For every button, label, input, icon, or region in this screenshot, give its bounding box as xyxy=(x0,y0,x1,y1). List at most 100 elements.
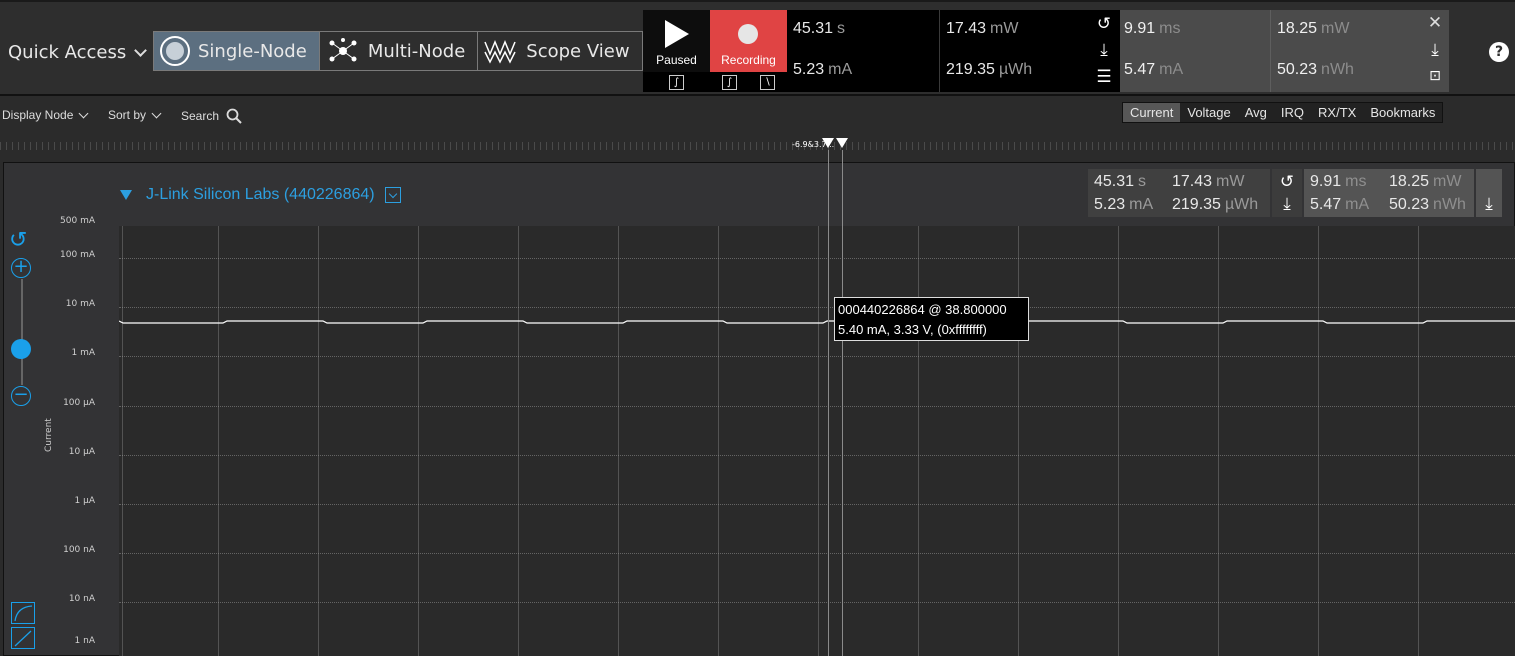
node-selection-power: 18.25 mW xyxy=(1389,173,1462,190)
waveform-icon xyxy=(484,40,516,64)
record-icon xyxy=(738,24,758,44)
zoom-slider-handle[interactable] xyxy=(11,339,31,359)
sort-by-dropdown[interactable]: Sort by xyxy=(108,108,162,122)
selection-actions: ✕ ⤓ ⊡ xyxy=(1422,10,1449,92)
record-control: Recording ∫ ∖ xyxy=(710,10,787,92)
reset-icon[interactable]: ↺ xyxy=(1094,14,1114,34)
record-rising-trigger-icon[interactable]: ∫ xyxy=(722,75,737,90)
current-trace xyxy=(119,320,1515,324)
tab-irq[interactable]: IRQ xyxy=(1274,103,1311,122)
signal-tabs: Current Voltage Avg IRQ RX/TX Bookmarks xyxy=(1122,102,1444,123)
total-current: 5.23 mA xyxy=(793,61,853,78)
record-status-label: Recording xyxy=(721,53,776,67)
single-node-label: Single-Node xyxy=(198,40,307,62)
node-selection-actions: ⤓ xyxy=(1476,169,1502,217)
node-header[interactable]: J-Link Silicon Labs (440226864) xyxy=(120,186,401,204)
node-name: J-Link Silicon Labs (440226864) xyxy=(146,186,375,203)
y-tick-label: 1 µA xyxy=(74,496,95,506)
top-toolbar: Quick Access Single-Node Multi-Node Scop… xyxy=(0,0,1515,96)
tab-avg[interactable]: Avg xyxy=(1238,103,1274,122)
selection-power: 18.25 mW xyxy=(1277,20,1350,37)
total-time: 45.31 s xyxy=(793,20,846,37)
tab-bookmarks[interactable]: Bookmarks xyxy=(1363,103,1442,122)
help-icon[interactable]: ? xyxy=(1489,42,1509,62)
download-icon[interactable]: ⤓ xyxy=(1479,194,1499,214)
time-ruler[interactable] xyxy=(0,132,1515,160)
download-icon[interactable]: ⤓ xyxy=(1094,40,1114,60)
y-tick-label: 1 mA xyxy=(71,348,95,358)
tab-voltage[interactable]: Voltage xyxy=(1180,103,1237,122)
single-node-icon xyxy=(160,36,190,66)
y-tick-label: 500 mA xyxy=(60,216,95,226)
multi-node-icon xyxy=(329,38,357,62)
tooltip-timestamp: 000440226864 @ 38.800000 xyxy=(838,302,1007,317)
scope-view-label: Scope View xyxy=(526,40,630,62)
search-button[interactable]: Search xyxy=(181,108,242,124)
selection-measurements: 9.91 ms 18.25 mW 5.47 mA 50.23 nWh xyxy=(1120,10,1422,92)
sample-tooltip: 000440226864 @ 38.800000 5.40 mA, 3.33 V… xyxy=(834,297,1029,341)
reset-icon[interactable]: ↺ xyxy=(1277,172,1297,192)
measurement-actions: ↺ ⤓ ☰ xyxy=(1090,10,1120,92)
search-label: Search xyxy=(181,109,220,123)
search-icon xyxy=(226,108,242,124)
quick-access-label: Quick Access xyxy=(8,42,127,63)
zoom-out-icon[interactable]: − xyxy=(11,386,31,406)
multi-node-button[interactable]: Multi-Node xyxy=(319,32,479,70)
play-status-label: Paused xyxy=(656,53,697,67)
collapse-icon[interactable] xyxy=(120,190,132,200)
y-tick-label: 100 mA xyxy=(60,250,95,260)
tooltip-values: 5.40 mA, 3.33 V, (0xffffffff) xyxy=(838,322,987,337)
rising-trigger-icon[interactable]: ∫ xyxy=(669,75,684,90)
node-energy: 219.35 µWh xyxy=(1172,196,1259,213)
total-power: 17.43 mW xyxy=(946,20,1019,37)
zoom-slider-track[interactable] xyxy=(21,279,23,385)
tab-current[interactable]: Current xyxy=(1123,103,1181,122)
record-falling-trigger-icon[interactable]: ∖ xyxy=(760,75,775,90)
tab-rxtx[interactable]: RX/TX xyxy=(1311,103,1363,122)
divider xyxy=(1270,10,1271,92)
single-node-button[interactable]: Single-Node xyxy=(154,32,320,70)
zoom-in-icon[interactable]: + xyxy=(11,258,31,278)
close-icon[interactable]: ✕ xyxy=(1425,13,1445,33)
sort-by-label: Sort by xyxy=(108,108,147,122)
reset-zoom-icon[interactable]: ↺ xyxy=(9,228,27,253)
cursor-marker-icon[interactable] xyxy=(822,138,834,148)
scope-view-button[interactable]: Scope View xyxy=(478,32,642,70)
download-icon[interactable]: ⤓ xyxy=(1425,40,1445,60)
display-node-dropdown[interactable]: Display Node xyxy=(2,108,89,122)
y-tick-label: 100 µA xyxy=(63,398,95,408)
y-tick-label: 100 nA xyxy=(63,545,95,555)
node-selection-measurements: 9.91 ms 18.25 mW 5.47 mA 50.23 nWh xyxy=(1304,169,1474,217)
selection-energy: 50.23 nWh xyxy=(1277,61,1354,78)
chevron-down-icon xyxy=(151,108,162,118)
play-icon xyxy=(665,20,689,48)
cursor-marker-icon[interactable] xyxy=(836,138,848,148)
download-icon[interactable]: ⤓ xyxy=(1277,194,1297,214)
node-options-icon[interactable] xyxy=(384,187,401,203)
cursor-line[interactable] xyxy=(842,150,843,656)
node-measurement-actions: ↺ ⤓ xyxy=(1272,169,1302,217)
y-tick-label: 10 mA xyxy=(65,299,95,309)
list-icon[interactable]: ☰ xyxy=(1094,67,1114,87)
node-power: 17.43 mW xyxy=(1172,173,1245,190)
log-scale-icon[interactable] xyxy=(11,602,35,624)
quick-access-menu[interactable]: Quick Access xyxy=(8,42,148,63)
node-current: 5.23 mA xyxy=(1094,196,1154,213)
selection-current: 5.47 mA xyxy=(1124,61,1184,78)
record-button[interactable]: Recording xyxy=(710,10,787,72)
view-mode-switcher: Single-Node Multi-Node Scope View xyxy=(153,31,643,71)
play-control: Paused ∫ xyxy=(643,10,710,92)
chevron-down-icon xyxy=(78,108,89,118)
multi-node-label: Multi-Node xyxy=(367,40,466,62)
display-node-label: Display Node xyxy=(2,108,74,122)
play-button[interactable]: Paused xyxy=(643,10,710,72)
linear-scale-icon[interactable] xyxy=(11,627,35,649)
chevron-down-icon xyxy=(134,43,148,57)
cursor-line[interactable] xyxy=(828,150,829,656)
node-selection-current: 5.47 mA xyxy=(1310,196,1370,213)
zoom-fit-icon[interactable]: ⊡ xyxy=(1425,66,1445,86)
total-energy: 219.35 µWh xyxy=(946,61,1033,78)
total-measurements: 45.31 s 17.43 mW 5.23 mA 219.35 µWh xyxy=(787,10,1090,92)
y-tick-label: 1 nA xyxy=(74,636,95,646)
node-selection-time: 9.91 ms xyxy=(1310,173,1367,190)
